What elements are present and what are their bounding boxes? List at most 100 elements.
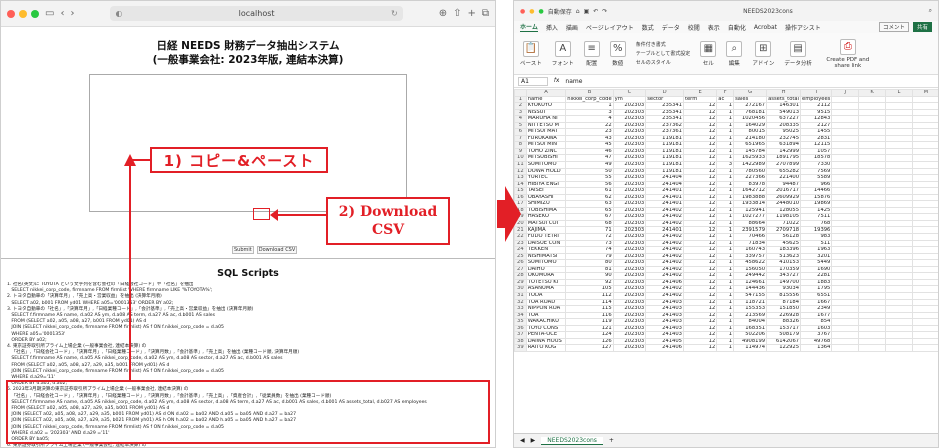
number-group[interactable]: % 数値 xyxy=(609,40,626,67)
ribbon-right-actions: コメント 共有 xyxy=(878,22,932,32)
autosave-toggle[interactable]: 自動保存 xyxy=(548,7,572,16)
share-button[interactable]: 共有 xyxy=(912,22,932,32)
align-group[interactable]: ≡ 配置 xyxy=(583,40,600,67)
sheet-next-icon[interactable]: ▶ xyxy=(531,437,536,444)
cond-format-button[interactable]: 条件付き書式 xyxy=(636,41,691,48)
tab-overview-icon[interactable]: ⧉ xyxy=(482,8,489,19)
edit-group[interactable]: ⌕ 編集 xyxy=(726,40,743,67)
workbook-title: NEEDS2023cons xyxy=(743,7,793,15)
ribbon-tab[interactable]: ホーム xyxy=(520,22,538,32)
cell[interactable]: 12 xyxy=(682,344,718,352)
cell[interactable] xyxy=(858,344,886,352)
cell[interactable]: 127 xyxy=(565,344,614,352)
cell[interactable]: nikkei_corp_code xyxy=(565,95,614,104)
sql-input-textarea[interactable] xyxy=(89,74,407,212)
submit-button[interactable]: Submit xyxy=(232,246,254,254)
undo-icon[interactable]: ↶ xyxy=(593,8,598,15)
redo-icon[interactable]: ↷ xyxy=(602,8,607,15)
browser-toolbar: ▭ ‹ › ◐ localhost ↻ ⊕ ⇧ + ⧉ xyxy=(1,1,495,27)
back-icon[interactable]: ‹ xyxy=(60,8,64,19)
ribbon-tab[interactable]: 数式 xyxy=(642,23,654,32)
comment-button[interactable]: コメント xyxy=(878,22,909,32)
download-icon[interactable]: ⊕ xyxy=(439,8,447,19)
ribbon-tab[interactable]: Acrobat xyxy=(754,24,777,31)
align-label: 配置 xyxy=(586,60,598,67)
address-bar[interactable]: ◐ localhost ↻ xyxy=(110,6,403,21)
cell[interactable] xyxy=(911,344,938,352)
sidebar-icon[interactable]: ▭ xyxy=(45,8,54,19)
pdf-group[interactable]: ⎙ Create PDF and share link xyxy=(822,38,874,69)
formula-input[interactable]: name xyxy=(565,78,582,85)
sheet-table[interactable]: A B C D E F G H I J K L M 1 name nikkei_corp_code ym sect… xyxy=(514,89,938,352)
minimize-window-button[interactable]: ● xyxy=(529,8,534,15)
cell[interactable]: NIPPON ROA xyxy=(525,305,567,313)
ribbon-home: 📋 ペースト A フォント ≡ 配置 % 数値 条件付き書式 テーブルとして書式設定 セ… xyxy=(514,33,938,75)
edit-label: 編集 xyxy=(728,60,740,67)
cell[interactable]: 1364 xyxy=(800,344,833,352)
name-box[interactable]: A1 xyxy=(518,76,548,86)
cell[interactable]: assets_total xyxy=(766,95,802,104)
zoom-window-button[interactable]: ● xyxy=(539,8,544,15)
cell[interactable]: 241406 xyxy=(645,344,684,352)
sheet-tab[interactable]: NEEDS2023cons xyxy=(541,436,603,445)
cell[interactable]: employees xyxy=(800,95,833,104)
pdf-label: Create PDF and share link xyxy=(826,56,870,69)
cell-group[interactable]: ▦ セル xyxy=(700,40,717,67)
paste-icon: 📋 xyxy=(522,40,539,57)
sheet-prev-icon[interactable]: ◀ xyxy=(520,437,525,444)
table-format-button[interactable]: テーブルとして書式設定 xyxy=(636,50,691,57)
cell-style-button[interactable]: セルのスタイル xyxy=(636,59,691,66)
ribbon-tab[interactable]: 校閲 xyxy=(688,23,700,32)
close-window-button[interactable] xyxy=(7,9,15,18)
minimize-window-button[interactable] xyxy=(19,9,27,18)
paste-group[interactable]: 📋 ペースト xyxy=(520,40,542,67)
ribbon-tab[interactable]: 表示 xyxy=(708,23,720,32)
download-csv-button[interactable]: Download CSV xyxy=(256,246,298,254)
ribbon-tab[interactable]: 描画 xyxy=(566,23,578,32)
cell[interactable]: RAITO KOG xyxy=(525,344,567,352)
download-highlight-box xyxy=(253,208,270,220)
ribbon-tab[interactable]: 挿入 xyxy=(546,23,558,32)
cell[interactable]: 1 xyxy=(716,344,735,352)
styles-group: 条件付き書式 テーブルとして書式設定 セルのスタイル xyxy=(636,41,691,66)
cell[interactable]: 202303 xyxy=(612,344,647,352)
row-number[interactable]: 39 xyxy=(514,344,527,352)
save-icon[interactable]: ▣ xyxy=(584,8,590,15)
sql-highlight-box xyxy=(6,380,490,444)
share-icon[interactable]: ⇧ xyxy=(453,8,461,19)
forward-icon[interactable]: › xyxy=(70,8,74,19)
spreadsheet-grid[interactable]: A B C D E F G H I J K L M 1 name nikkei_corp_code ym sect… xyxy=(514,89,938,435)
ribbon-tab[interactable]: データ xyxy=(662,23,680,32)
addin-icon: ⊞ xyxy=(755,40,772,57)
cell[interactable]: DAIWA HOUS xyxy=(525,337,567,346)
cell[interactable]: 114974 xyxy=(733,344,768,352)
cell-icon: ▦ xyxy=(700,40,717,57)
search-icon[interactable]: ⌕ xyxy=(929,7,932,15)
cell[interactable] xyxy=(831,344,860,352)
addin-group[interactable]: ⊞ アドイン xyxy=(752,40,774,67)
search-icon: ⌕ xyxy=(726,40,743,57)
section-divider xyxy=(1,258,495,259)
reload-icon[interactable]: ↻ xyxy=(391,9,398,18)
ribbon-tab[interactable]: 自動化 xyxy=(728,23,746,32)
cell[interactable]: DAISUE CON xyxy=(525,239,567,248)
font-group[interactable]: A フォント xyxy=(552,40,574,67)
ribbon-tab[interactable]: ページレイアウト xyxy=(586,23,634,32)
ribbon-tab[interactable]: 操作アシスト xyxy=(785,23,821,32)
zoom-window-button[interactable] xyxy=(31,9,39,18)
close-window-button[interactable]: ● xyxy=(520,8,525,15)
cell[interactable]: 122925 xyxy=(766,344,802,352)
sheet-tabs-bar: ◀ ▶ NEEDS2023cons + xyxy=(514,433,938,447)
formula-bar: A1 𝑓x name xyxy=(514,75,938,88)
sql-scripts-heading: SQL Scripts xyxy=(217,268,279,279)
excel-window: ● ● ● 自動保存 ⌂ ▣ ↶ ↷ NEEDS2023cons ⌕ ホーム 挿入… xyxy=(513,0,939,448)
add-sheet-icon[interactable]: + xyxy=(609,437,614,444)
analysis-group[interactable]: ▤ データ分析 xyxy=(784,40,812,67)
cell[interactable] xyxy=(884,344,913,352)
fx-icon: 𝑓x xyxy=(554,77,560,84)
cell[interactable]: DOWA HOLD xyxy=(525,167,567,176)
new-tab-icon[interactable]: + xyxy=(467,8,475,19)
paste-label: ペースト xyxy=(520,60,542,67)
page-title-line2: (一般事業会社: 2023年版, 連結本決算) xyxy=(152,54,344,66)
home-icon[interactable]: ⌂ xyxy=(576,8,580,15)
